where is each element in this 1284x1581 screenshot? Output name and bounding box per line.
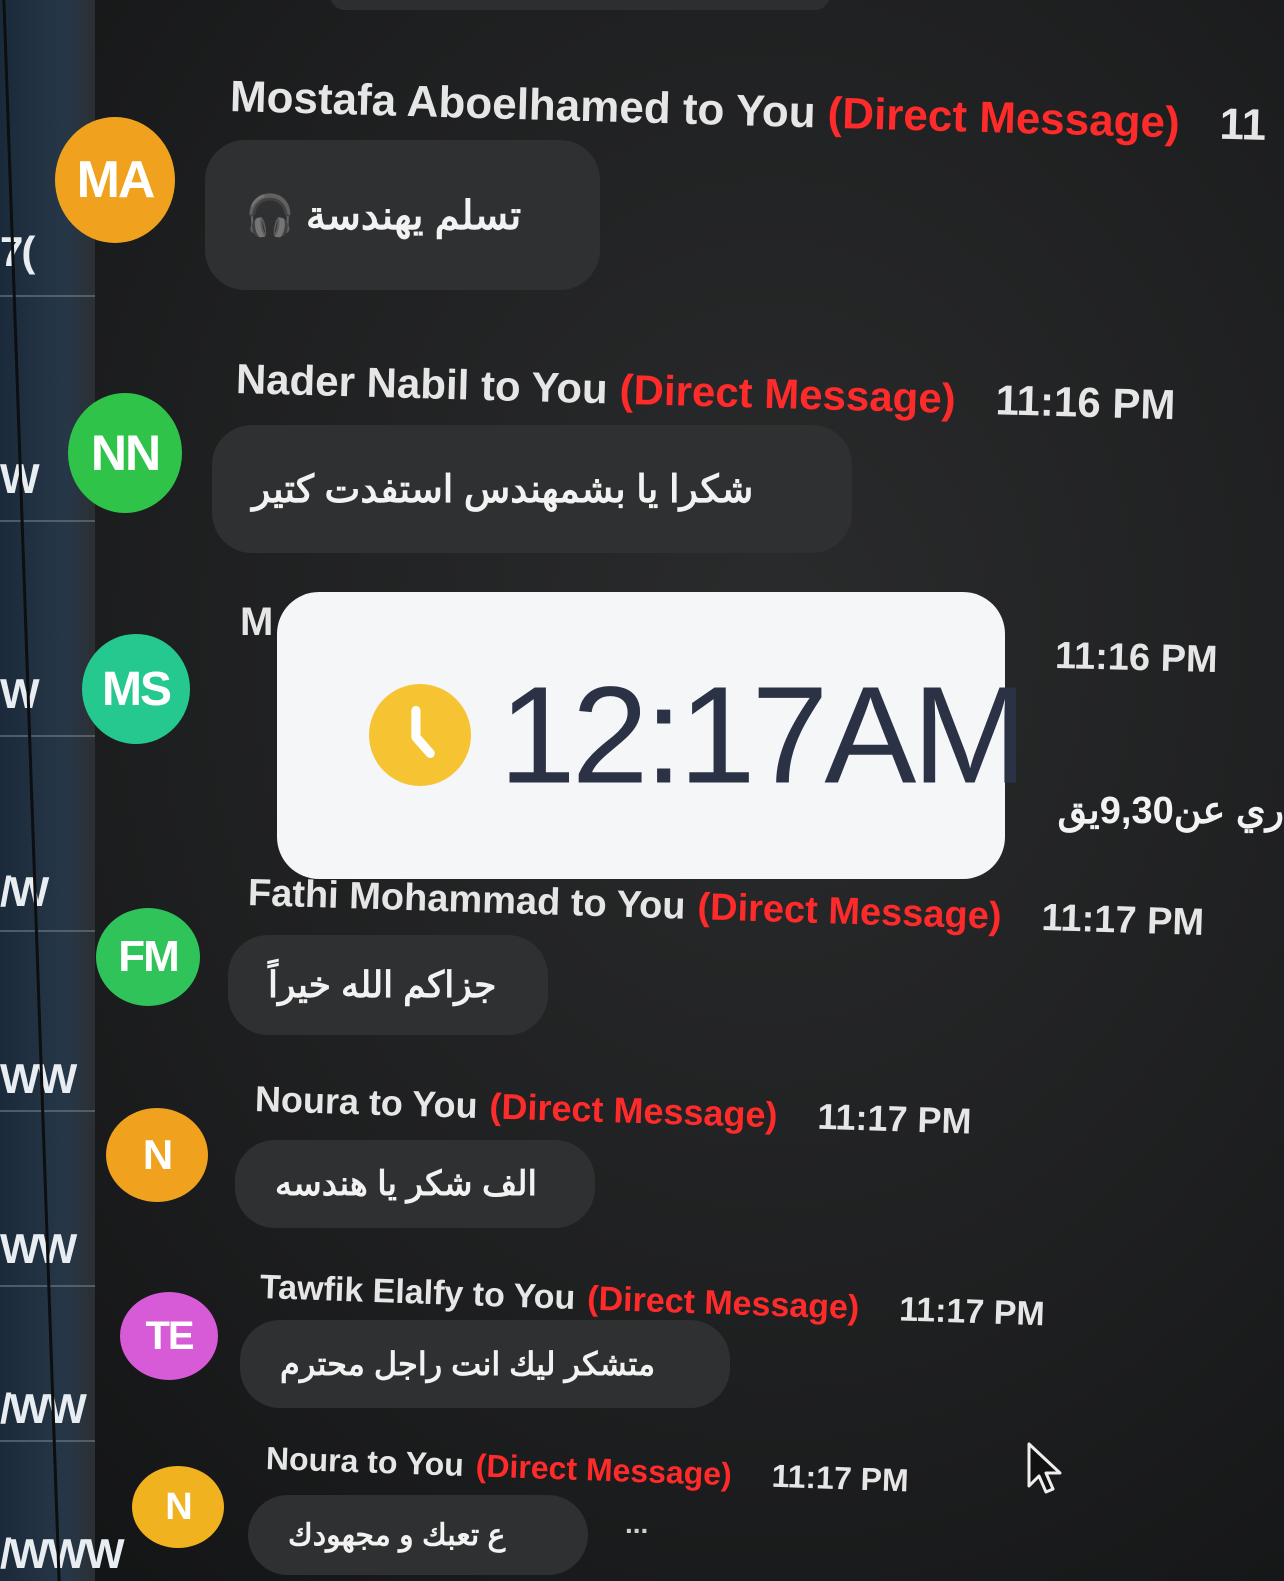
sender-name: Nader Nabil to You — [235, 355, 609, 413]
panel-label: /WWW — [0, 1530, 125, 1577]
panel-label: 7( — [0, 228, 35, 275]
panel-label: WW — [0, 1225, 77, 1272]
panel-label: W — [0, 670, 40, 717]
panel-label: WW — [0, 1055, 77, 1102]
avatar: TE — [120, 1292, 218, 1380]
panel-divider — [0, 930, 95, 932]
clock-icon — [369, 684, 471, 786]
message-header: Noura to You (Direct Message) 11:17 PM — [254, 1078, 972, 1142]
message-text: ع تعبك و مجهودك — [288, 1518, 506, 1552]
message-text: شكرا يا بشمهندس استفدت كتير — [252, 468, 754, 511]
message-header: Noura to You (Direct Message) 11:17 PM — [265, 1440, 909, 1499]
message-time: 11:16 PM — [995, 376, 1177, 429]
message-bubble[interactable]: الف شكر يا هندسه — [235, 1140, 595, 1228]
message-time: 11:17 PM — [771, 1457, 910, 1499]
panel-divider — [0, 520, 95, 522]
panel-divider — [0, 1440, 95, 1442]
screen: 7( W W /W WW WW /WW /WWW MA Mostafa Aboe… — [0, 0, 1284, 1581]
sender-name: M — [240, 600, 274, 644]
direct-message-tag: (Direct Message) — [696, 886, 1003, 938]
message-bubble[interactable]: جزاكم الله خيراً — [228, 935, 548, 1035]
avatar: FM — [96, 908, 200, 1006]
sender-name: Tawfik Elalfy to You — [259, 1268, 576, 1317]
message-header: 11:16 PM — [1054, 635, 1218, 682]
direct-message-tag: (Direct Message) — [619, 365, 957, 423]
message-text: تسلم يهندسة 🎧 — [245, 193, 522, 238]
message-text: متشكر ليك انت راجل محترم — [280, 1346, 656, 1382]
sender-name: Noura to You — [265, 1440, 465, 1483]
more-indicator: ... — [625, 1508, 649, 1539]
left-side-panel: 7( W W /W WW WW /WW /WWW — [0, 0, 125, 1581]
mouse-cursor-icon — [1027, 1442, 1062, 1494]
sender-name: Noura to You — [254, 1078, 479, 1126]
message-bubble[interactable]: ع تعبك و مجهودك — [248, 1495, 588, 1575]
message-bubble[interactable]: شكرا يا بشمهندس استفدت كتير — [212, 425, 852, 553]
sender-name: Mostafa Aboelhamed to You — [229, 72, 817, 138]
top-bar — [330, 0, 830, 10]
message-header: M — [240, 600, 273, 645]
panel-divider — [0, 1110, 95, 1112]
message-text: الف شكر يا هندسه — [275, 1165, 537, 1203]
avatar: NN — [68, 393, 182, 513]
sticker-time: 12:17AM — [499, 658, 1027, 812]
message-time: 11:17 PM — [1040, 896, 1205, 945]
direct-message-tag: (Direct Message) — [827, 88, 1181, 148]
direct-message-tag: (Direct Message) — [488, 1085, 779, 1136]
message-bubble[interactable]: متشكر ليك انت راجل محترم — [240, 1320, 730, 1408]
message-bubble[interactable]: ري عن9,30يق — [1000, 775, 1284, 845]
message-bubble[interactable]: تسلم يهندسة 🎧 — [205, 140, 600, 290]
message-time: 11 — [1218, 99, 1267, 150]
message-text: جزاكم الله خيراً — [268, 964, 497, 1005]
message-time: 11:17 PM — [898, 1290, 1046, 1334]
time-sticker: 12:17AM — [277, 592, 1027, 879]
message-time: 11:16 PM — [1054, 634, 1219, 682]
direct-message-tag: (Direct Message) — [475, 1447, 733, 1493]
message-header: Nader Nabil to You (Direct Message) 11:16 … — [235, 355, 1176, 429]
avatar: MS — [82, 634, 190, 744]
message-time: 11:17 PM — [816, 1095, 973, 1142]
panel-divider — [0, 735, 95, 737]
avatar: N — [106, 1108, 208, 1202]
panel-label: /W — [0, 868, 49, 915]
avatar: MA — [55, 117, 175, 243]
sender-name: Fathi Mohammad to You — [247, 872, 687, 928]
panel-label: /WW — [0, 1385, 87, 1432]
avatar: N — [132, 1466, 224, 1548]
message-text: ري عن9,30يق — [1057, 789, 1284, 832]
